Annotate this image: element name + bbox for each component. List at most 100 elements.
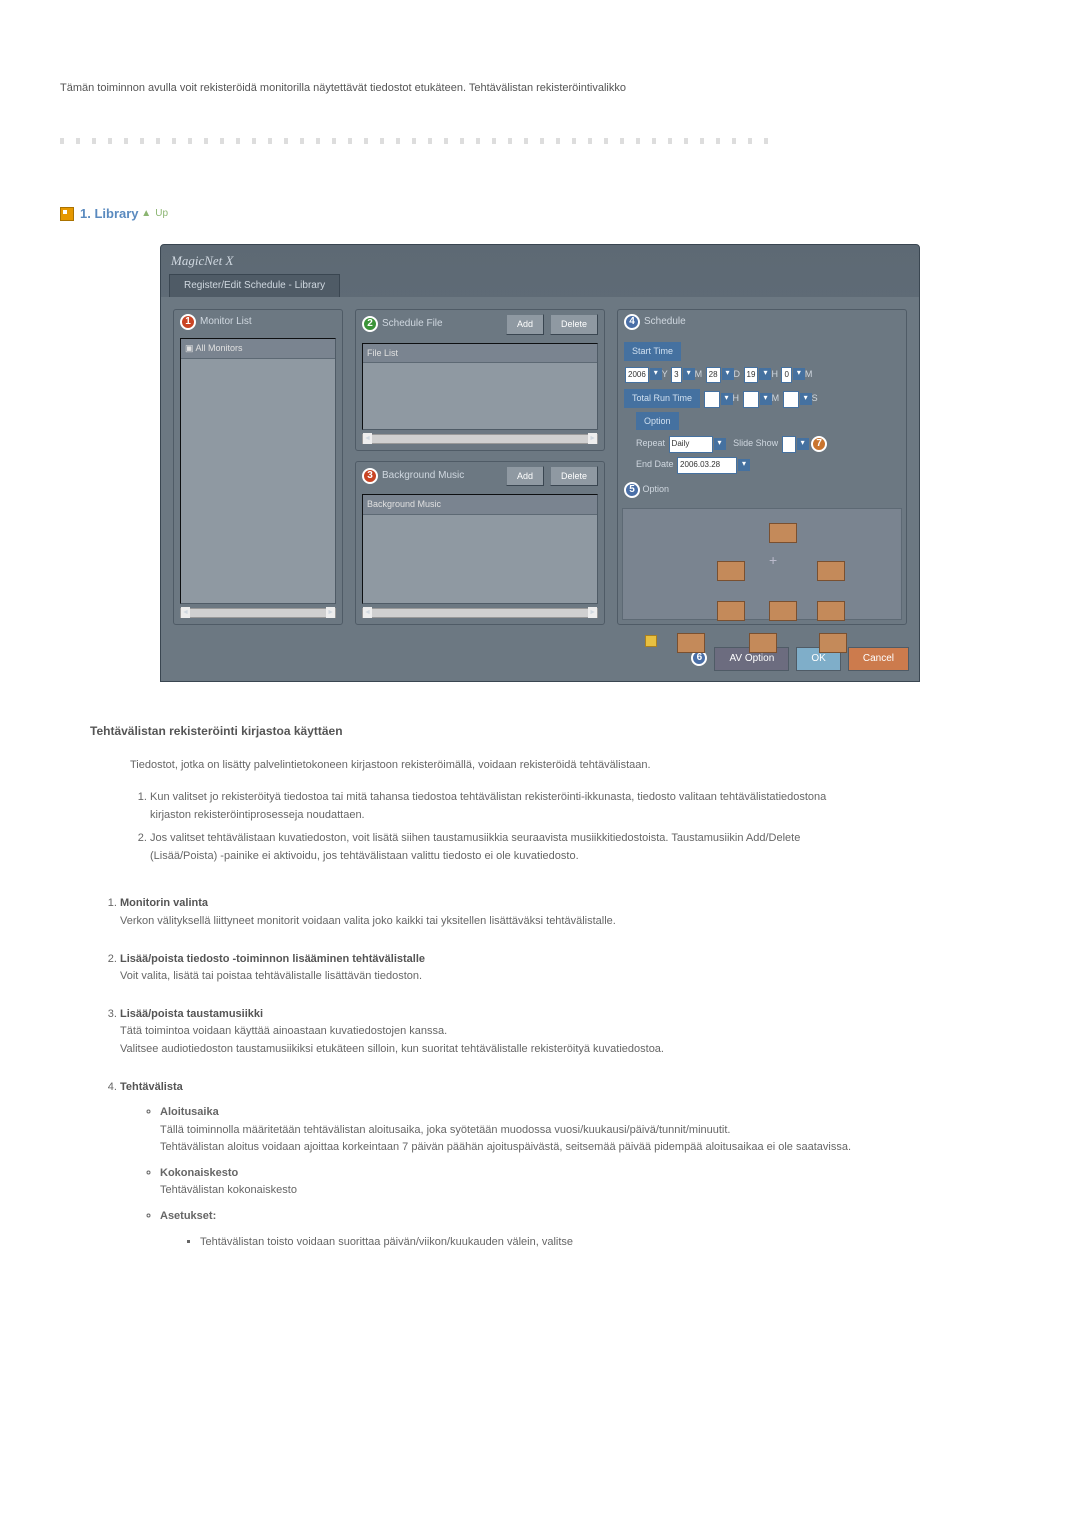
thumb-icon[interactable] <box>749 633 777 653</box>
item-desc: Valitsee audiotiedoston taustamusiikiksi… <box>120 1043 664 1055</box>
item-desc: Voit valita, lisätä tai poistaa tehtäväl… <box>120 970 422 982</box>
sub-item-title: Aloitusaika <box>160 1106 219 1118</box>
enddate-dd-icon[interactable]: ▾ <box>738 459 750 471</box>
music-scrollbar[interactable] <box>362 608 598 618</box>
item-desc: Tätä toimintoa voidaan käyttää ainoastaa… <box>120 1025 447 1037</box>
year-dd-icon[interactable]: ▾ <box>650 368 662 380</box>
delete-music-button: Delete <box>550 466 598 486</box>
music-list-header: Background Music <box>363 495 597 514</box>
sub-item: Asetukset: Tehtävälistan toisto voidaan … <box>160 1208 880 1251</box>
schedule-file-label: Schedule File <box>382 316 443 332</box>
month-select[interactable]: 3 <box>671 367 681 384</box>
add-music-button: Add <box>506 466 544 486</box>
body-paragraph-1: Tiedostot, jotka on lisätty palvelintiet… <box>130 757 870 775</box>
day-select[interactable]: 28 <box>706 367 721 384</box>
thumb-icon[interactable] <box>677 633 705 653</box>
monitor-list-label: Monitor List <box>200 314 252 330</box>
bullet-item: Tehtävälistan toisto voidaan suorittaa p… <box>200 1234 880 1252</box>
section-divider <box>60 138 780 144</box>
schedule-label: Schedule <box>644 314 686 330</box>
sub-item-desc: Tällä toiminnolla määritetään tehtävälis… <box>160 1124 731 1136</box>
library-icon <box>60 207 74 221</box>
item-title: Lisää/poista taustamusiikki <box>120 1008 263 1020</box>
sub-item-title: Asetukset: <box>160 1210 216 1222</box>
list-item: Monitorin valinta Verkon välityksellä li… <box>120 895 880 930</box>
run-h-dd-icon[interactable]: ▾ <box>721 393 733 405</box>
numbered-list: Kun valitset jo rekisteröityä tiedostoa … <box>150 789 870 865</box>
file-scrollbar[interactable] <box>362 434 598 444</box>
sub-item-title: Kokonaiskesto <box>160 1167 238 1179</box>
runh-label: H <box>733 393 740 403</box>
library-label: 1. Library <box>80 204 139 225</box>
badge-7-icon: 7 <box>811 436 827 452</box>
add-file-button[interactable]: Add <box>506 314 544 334</box>
window-title: MagicNet X <box>161 245 919 274</box>
item-title: Lisää/poista tiedosto -toiminnon lisäämi… <box>120 953 425 965</box>
min-dd-icon[interactable]: ▾ <box>793 368 805 380</box>
run-h-input[interactable] <box>704 391 720 408</box>
thumb-icon[interactable] <box>817 601 845 621</box>
list-item: Lisää/poista tiedosto -toiminnon lisäämi… <box>120 951 880 986</box>
thumb-icon[interactable] <box>769 601 797 621</box>
badge-5-icon: 5 <box>624 482 640 498</box>
run-s-dd-icon[interactable]: ▾ <box>800 393 812 405</box>
item-title: Tehtävälista <box>120 1081 183 1093</box>
delete-file-button[interactable]: Delete <box>550 314 598 334</box>
slide-select[interactable] <box>782 436 796 453</box>
m-label: M <box>695 369 703 379</box>
badge-4-icon: 4 <box>624 314 640 330</box>
cancel-button[interactable]: Cancel <box>848 647 909 671</box>
list-item: Jos valitset tehtävälistaan kuvatiedosto… <box>150 830 870 865</box>
monitor-listbox[interactable]: ▣ All Monitors <box>180 338 336 604</box>
year-select[interactable]: 2006 <box>625 367 649 384</box>
h-label: H <box>771 369 778 379</box>
run-m-dd-icon[interactable]: ▾ <box>760 393 772 405</box>
all-monitors-item[interactable]: All Monitors <box>196 343 243 353</box>
list-item: Tehtävälista Aloitusaika Tällä toiminnol… <box>120 1079 880 1252</box>
run-s-input[interactable] <box>783 391 799 408</box>
item-title: Monitorin valinta <box>120 897 208 909</box>
hour-select[interactable]: 19 <box>744 367 759 384</box>
library-section-title: 1. Library ▲Up <box>60 204 1020 225</box>
run-m-input[interactable] <box>743 391 759 408</box>
hour-dd-icon[interactable]: ▾ <box>759 368 771 380</box>
min-select[interactable]: 0 <box>781 367 791 384</box>
thumb-icon[interactable] <box>717 601 745 621</box>
option-thumbnail-area: + <box>622 508 902 620</box>
up-arrow-icon[interactable]: ▲ <box>139 206 152 222</box>
music-listbox[interactable]: Background Music <box>362 494 598 604</box>
repeat-select[interactable]: Daily <box>669 436 713 453</box>
thumb-icon[interactable] <box>717 561 745 581</box>
option-label: Option <box>636 412 679 430</box>
monitor-scrollbar[interactable] <box>180 608 336 618</box>
up-link[interactable]: Up <box>155 206 168 222</box>
min-label: M <box>805 369 813 379</box>
bg-music-label: Background Music <box>382 468 464 484</box>
repeat-label: Repeat <box>636 438 665 448</box>
list-item: Lisää/poista taustamusiikki Tätä toimint… <box>120 1006 880 1059</box>
sub-item-desc: Tehtävälistan kokonaiskesto <box>160 1184 297 1196</box>
thumb-icon[interactable] <box>817 561 845 581</box>
end-date-label: End Date <box>636 459 674 469</box>
total-run-label: Total Run Time <box>624 389 700 407</box>
file-list-header: File List <box>363 344 597 363</box>
slideshow-label: Slide Show <box>733 438 778 448</box>
star-icon <box>645 635 657 647</box>
day-dd-icon[interactable]: ▾ <box>722 368 734 380</box>
start-time-label: Start Time <box>624 342 681 360</box>
thumb-icon[interactable] <box>819 633 847 653</box>
window-tab[interactable]: Register/Edit Schedule - Library <box>169 274 340 297</box>
sub-heading: Tehtävälistan rekisteröinti kirjastoa kä… <box>90 722 1020 741</box>
runs-label: S <box>812 393 818 403</box>
sub-item: Aloitusaika Tällä toiminnolla määritetää… <box>160 1104 880 1157</box>
slide-dd-icon[interactable]: ▾ <box>797 438 809 450</box>
app-window: MagicNet X Register/Edit Schedule - Libr… <box>160 244 920 682</box>
end-date-select[interactable]: 2006.03.28 <box>677 457 737 474</box>
month-dd-icon[interactable]: ▾ <box>683 368 695 380</box>
sub-item: Kokonaiskesto Tehtävälistan kokonaiskest… <box>160 1165 880 1200</box>
file-listbox[interactable]: File List <box>362 343 598 430</box>
badge-3-icon: 3 <box>362 468 378 484</box>
repeat-dd-icon[interactable]: ▾ <box>714 438 726 450</box>
thumb-icon[interactable] <box>769 523 797 543</box>
list-item: Kun valitset jo rekisteröityä tiedostoa … <box>150 789 870 824</box>
